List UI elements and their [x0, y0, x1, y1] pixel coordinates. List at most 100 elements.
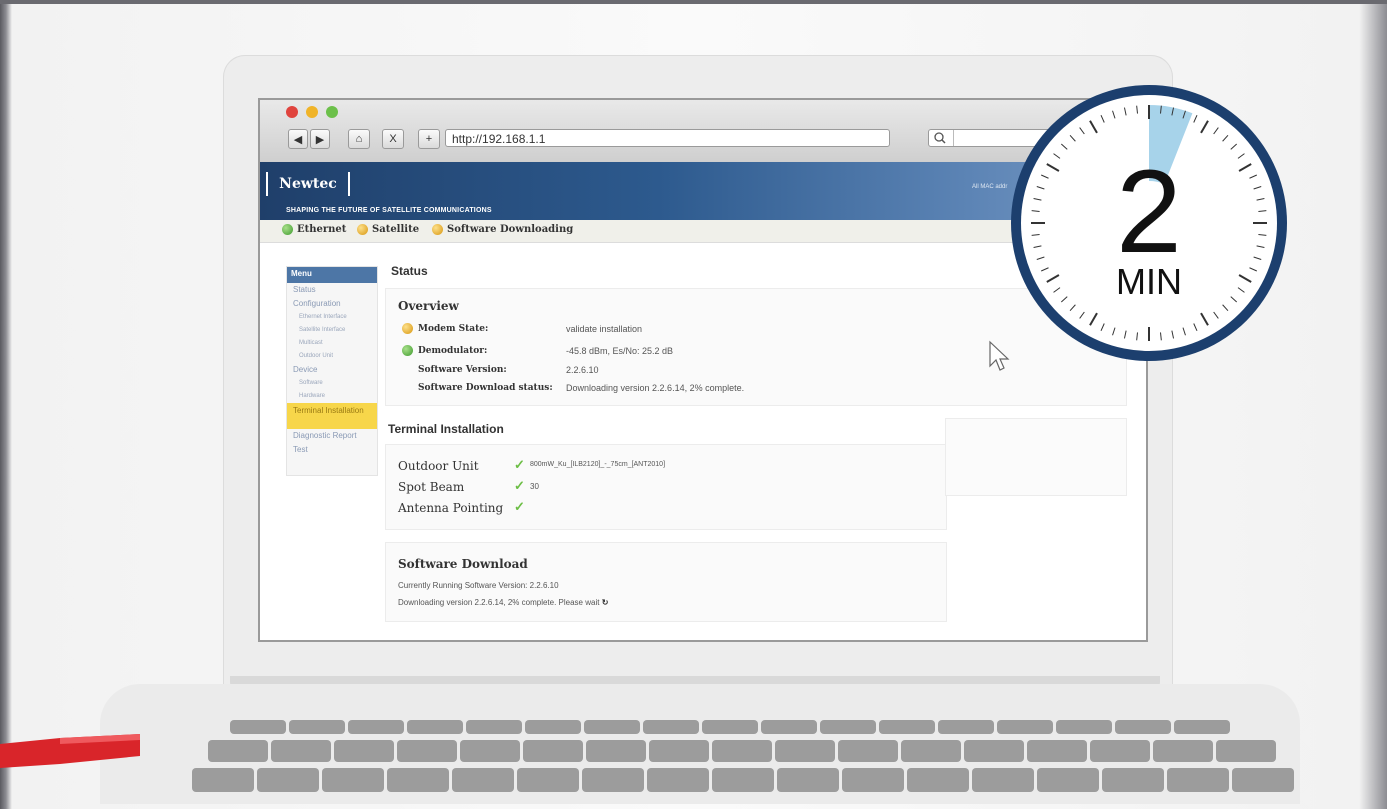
terminal-heading: Terminal Installation: [388, 422, 504, 436]
terminal-panel-extension: [945, 418, 1127, 496]
ethernet-cable: [0, 734, 140, 768]
outdoor-unit-label: Outdoor Unit: [398, 459, 479, 473]
keyboard-key: [1027, 740, 1087, 762]
address-bar[interactable]: http://192.168.1.1: [445, 129, 890, 147]
keyboard-key: [460, 740, 520, 762]
status-led-icon: [282, 224, 293, 235]
keyboard-key: [820, 720, 876, 734]
keyboard-key: [643, 720, 699, 734]
magnifier-icon: [934, 130, 954, 146]
indicator-label: Ethernet: [297, 224, 347, 235]
running-version-text: Currently Running Software Version: 2.2.…: [398, 581, 559, 590]
keyboard-key: [517, 768, 579, 792]
top-edge: [0, 0, 1387, 4]
software-download-panel: Software Download Currently Running Soft…: [385, 542, 947, 622]
demodulator-value: -45.8 dBm, Es/No: 25.2 dB: [566, 346, 674, 356]
keyboard-key: [777, 768, 839, 792]
keyboard-key: [525, 720, 581, 734]
indicator-label: Satellite: [372, 224, 420, 235]
keyboard-keys: [192, 720, 1294, 792]
spot-beam-label: Spot Beam: [398, 480, 465, 494]
keyboard-key: [192, 768, 254, 792]
download-status-label: Software Download status:: [418, 383, 553, 393]
modem-led-icon: [402, 323, 413, 334]
keyboard-key: [387, 768, 449, 792]
software-version-label: Software Version:: [418, 365, 507, 375]
keyboard-key: [1167, 768, 1229, 792]
timer-unit: MIN: [1116, 261, 1182, 302]
keyboard-key: [712, 768, 774, 792]
indicator-software: Software Downloading: [432, 224, 573, 235]
check-icon: ✓: [514, 478, 525, 493]
timer-number: 2: [1116, 146, 1182, 278]
laptop-keyboard: [100, 684, 1300, 804]
download-progress-label: Downloading version 2.2.6.14, 2% complet…: [398, 598, 600, 607]
minimize-dot[interactable]: [306, 106, 318, 118]
keyboard-key: [407, 720, 463, 734]
keyboard-key: [584, 720, 640, 734]
keyboard-key: [997, 720, 1053, 734]
keyboard-key: [647, 768, 709, 792]
keyboard-key: [702, 720, 758, 734]
spot-beam-value: 30: [530, 482, 539, 491]
menu-item-device[interactable]: Device: [287, 363, 377, 377]
menu-item-satellite-interface[interactable]: Satellite Interface: [287, 324, 377, 337]
status-led-icon: [432, 224, 443, 235]
status-heading: Status: [391, 264, 428, 278]
keyboard-key: [775, 740, 835, 762]
menu-item-ethernet-interface[interactable]: Ethernet Interface: [287, 311, 377, 324]
home-button[interactable]: ⌂: [348, 129, 370, 149]
keyboard-key: [208, 740, 268, 762]
keyboard-key: [879, 720, 935, 734]
indicator-label: Software Downloading: [447, 224, 574, 235]
keyboard-key: [452, 768, 514, 792]
keyboard-key: [1102, 768, 1164, 792]
menu-item-multicast[interactable]: Multicast: [287, 337, 377, 350]
menu-item-outdoor-unit[interactable]: Outdoor Unit: [287, 350, 377, 363]
keyboard-key: [938, 720, 994, 734]
keyboard-key: [761, 720, 817, 734]
keyboard-key: [1174, 720, 1230, 734]
menu-item-status[interactable]: Status: [287, 283, 377, 297]
keyboard-key: [466, 720, 522, 734]
keyboard-key: [838, 740, 898, 762]
keyboard-key: [582, 768, 644, 792]
menu-item-terminal-installation[interactable]: Terminal Installation: [287, 403, 377, 429]
check-icon: ✓: [514, 499, 525, 514]
add-tab-button[interactable]: +: [418, 129, 440, 149]
mouse-cursor-icon: [989, 340, 1010, 371]
keyboard-key: [334, 740, 394, 762]
keyboard-key: [523, 740, 583, 762]
keyboard-key: [586, 740, 646, 762]
two-minute-timer-icon: 2 MIN: [1011, 85, 1287, 361]
stop-button[interactable]: X: [382, 129, 404, 149]
header-right-text: All MAC addr: [972, 184, 1008, 190]
refresh-spinner-icon: ↻: [601, 598, 609, 607]
antenna-pointing-label: Antenna Pointing: [398, 501, 504, 515]
overview-title: Overview: [398, 299, 459, 313]
keyboard-key: [230, 720, 286, 734]
back-button[interactable]: ◀: [288, 129, 308, 149]
keyboard-key: [712, 740, 772, 762]
menu-title: Menu: [287, 267, 377, 283]
header-tagline: SHAPING THE FUTURE OF SATELLITE COMMUNIC…: [286, 207, 492, 214]
modem-state-label: Modem State:: [418, 324, 489, 334]
keyboard-key: [1090, 740, 1150, 762]
menu-item-software[interactable]: Software: [287, 377, 377, 390]
keyboard-key: [1056, 720, 1112, 734]
newtec-logo[interactable]: Newtec: [266, 172, 350, 196]
keyboard-key: [257, 768, 319, 792]
keyboard-key: [1232, 768, 1294, 792]
keyboard-key: [964, 740, 1024, 762]
keyboard-key: [907, 768, 969, 792]
menu-item-hardware[interactable]: Hardware: [287, 390, 377, 403]
forward-button[interactable]: ▶: [310, 129, 330, 149]
close-dot[interactable]: [286, 106, 298, 118]
keyboard-key: [1115, 720, 1171, 734]
menu-item-test[interactable]: Test: [287, 443, 377, 457]
menu-item-diagnostic-report[interactable]: Diagnostic Report: [287, 429, 377, 443]
maximize-dot[interactable]: [326, 106, 338, 118]
keyboard-key: [972, 768, 1034, 792]
keyboard-key: [842, 768, 904, 792]
menu-item-configuration[interactable]: Configuration: [287, 297, 377, 311]
